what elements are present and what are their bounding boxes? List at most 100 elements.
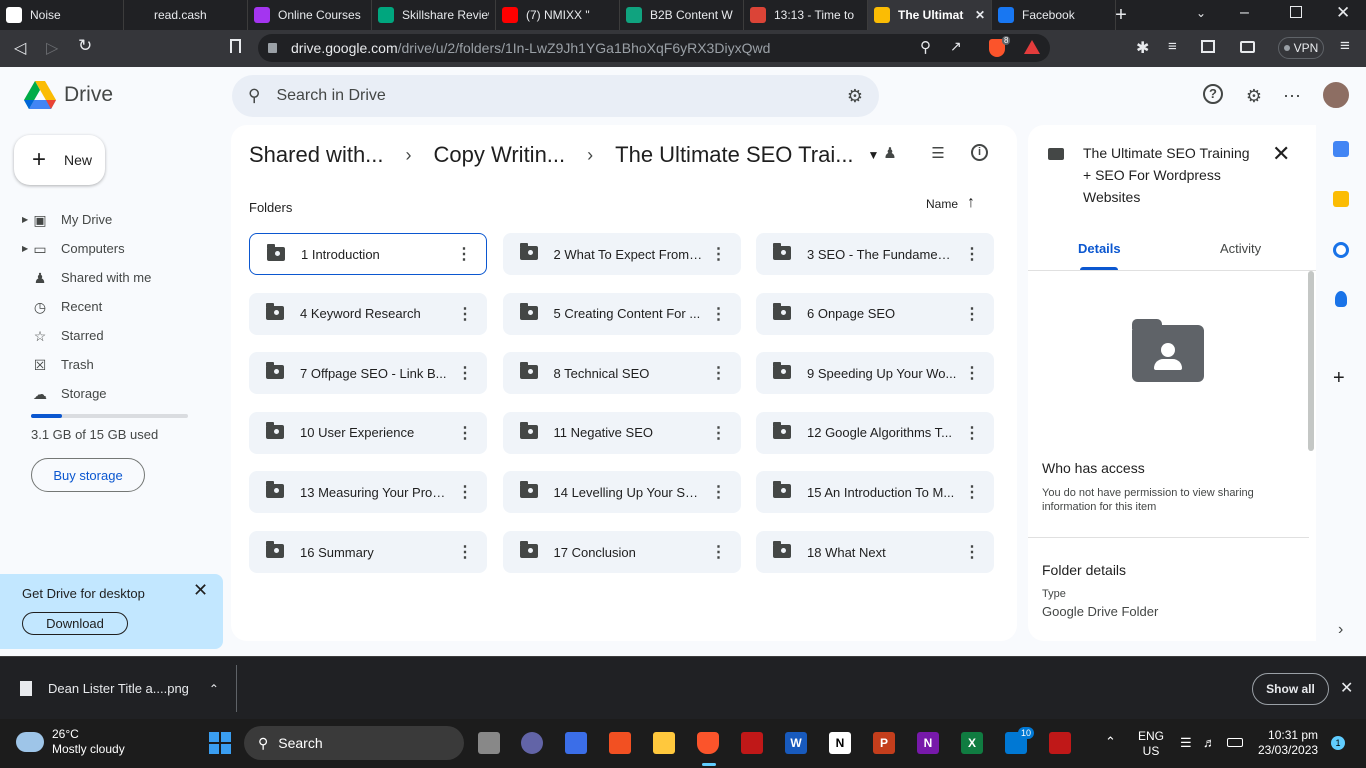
- download-button[interactable]: Download: [22, 612, 128, 635]
- drive-logo[interactable]: Drive: [24, 81, 113, 109]
- edit-app-icon[interactable]: [565, 732, 587, 754]
- help-icon[interactable]: ?: [1203, 84, 1223, 104]
- vpn-button[interactable]: VPN: [1278, 37, 1324, 59]
- more-actions-icon[interactable]: ⋮: [457, 304, 473, 324]
- powerpoint-icon[interactable]: P: [873, 732, 895, 754]
- folder-item[interactable]: 8 Technical SEO ⋮: [502, 352, 741, 395]
- sidebar-item-recent[interactable]: ◷ Recent: [0, 292, 231, 321]
- apps-grid-icon[interactable]: ⋯: [1280, 84, 1304, 108]
- browser-tab[interactable]: Noise: [0, 0, 124, 30]
- chevron-up-icon[interactable]: ⌃: [209, 682, 219, 696]
- zoom-icon[interactable]: ⚲: [920, 38, 931, 56]
- browser-tab[interactable]: Facebook: [992, 0, 1116, 30]
- language-indicator[interactable]: ENG US: [1138, 729, 1164, 759]
- close-details-icon[interactable]: ✕: [1272, 141, 1290, 167]
- wallet-icon[interactable]: [1240, 41, 1255, 53]
- close-window-button[interactable]: ✕: [1336, 3, 1350, 23]
- avatar[interactable]: [1321, 80, 1351, 110]
- taskbar-search[interactable]: ⚲ Search: [244, 726, 464, 760]
- settings-icon[interactable]: ⚙: [1242, 84, 1266, 108]
- mcafee-icon[interactable]: [741, 732, 763, 754]
- more-actions-icon[interactable]: ⋮: [964, 542, 980, 562]
- folder-item[interactable]: 14 Levelling Up Your SE... ⋮: [502, 471, 741, 514]
- close-promo-icon[interactable]: ✕: [193, 580, 208, 601]
- browser-tab[interactable]: Skillshare Review: [372, 0, 496, 30]
- details-scrollbar[interactable]: [1308, 271, 1314, 451]
- more-actions-icon[interactable]: ⋮: [964, 363, 980, 383]
- volume-icon[interactable]: ♬: [1203, 735, 1216, 750]
- expand-panel-icon[interactable]: ›: [1338, 621, 1343, 639]
- menu-icon[interactable]: ≡: [1340, 36, 1350, 56]
- info-icon[interactable]: i: [971, 144, 988, 161]
- search-input[interactable]: Search in Drive: [276, 87, 385, 105]
- sort-direction-icon[interactable]: ↑: [967, 194, 975, 212]
- more-actions-icon[interactable]: ⋮: [711, 244, 727, 264]
- buy-storage-button[interactable]: Buy storage: [31, 458, 145, 492]
- more-actions-icon[interactable]: ⋮: [711, 304, 727, 324]
- sidebar-item-storage[interactable]: ☁ Storage: [0, 379, 231, 408]
- folder-item[interactable]: 1 Introduction ⋮: [249, 233, 487, 275]
- tasks-icon[interactable]: [1333, 242, 1349, 258]
- folder-item[interactable]: 17 Conclusion ⋮: [502, 531, 741, 573]
- brave-taskbar-icon[interactable]: [697, 732, 719, 754]
- folder-item[interactable]: 3 SEO - The Fundament... ⋮: [756, 233, 994, 275]
- add-app-icon[interactable]: +: [1333, 367, 1345, 390]
- browser-tab[interactable]: B2B Content W: [620, 0, 744, 30]
- breadcrumb-item[interactable]: Shared with...: [249, 142, 384, 168]
- search-options-icon[interactable]: ⚙: [847, 86, 863, 107]
- folder-item[interactable]: 2 What To Expect From ... ⋮: [502, 233, 741, 275]
- more-actions-icon[interactable]: ⋮: [964, 482, 980, 502]
- show-all-button[interactable]: Show all: [1252, 673, 1329, 705]
- store-icon[interactable]: [609, 732, 631, 754]
- mcafee-tray-icon[interactable]: [1049, 732, 1071, 754]
- folder-item[interactable]: 10 User Experience ⋮: [249, 411, 487, 454]
- browser-tab[interactable]: Online Courses: [248, 0, 372, 30]
- search-bar[interactable]: ⚲ Search in Drive ⚙: [232, 75, 879, 117]
- chevron-down-icon[interactable]: ▼: [868, 148, 880, 162]
- more-actions-icon[interactable]: ⋮: [457, 363, 473, 383]
- maximize-button[interactable]: [1290, 6, 1302, 18]
- more-actions-icon[interactable]: ⋮: [711, 363, 727, 383]
- forward-icon[interactable]: ▷: [46, 38, 58, 58]
- minimize-button[interactable]: –: [1240, 4, 1249, 22]
- more-actions-icon[interactable]: ⋮: [964, 304, 980, 324]
- sort-by-button[interactable]: Name: [926, 197, 958, 211]
- more-actions-icon[interactable]: ⋮: [457, 423, 473, 443]
- new-tab-button[interactable]: +: [1110, 4, 1132, 26]
- folder-item[interactable]: 12 Google Algorithms T... ⋮: [756, 411, 994, 454]
- brave-rewards-icon[interactable]: [1024, 40, 1040, 54]
- breadcrumb-item[interactable]: Copy Writin...: [434, 142, 566, 168]
- task-view-icon[interactable]: [478, 732, 500, 754]
- folder-item[interactable]: 18 What Next ⋮: [756, 531, 994, 573]
- wifi-icon[interactable]: ☰: [1180, 735, 1192, 751]
- calendar-icon[interactable]: [1333, 141, 1349, 157]
- download-item[interactable]: Dean Lister Title a....png ⌃: [20, 681, 219, 696]
- folder-item[interactable]: 16 Summary ⋮: [249, 531, 487, 573]
- show-hidden-icons[interactable]: ⌃: [1105, 734, 1116, 750]
- weather-widget[interactable]: 26°C Mostly cloudy: [16, 727, 125, 757]
- close-shelf-icon[interactable]: ✕: [1340, 678, 1353, 698]
- folder-item[interactable]: 6 Onpage SEO ⋮: [756, 292, 994, 335]
- notion-icon[interactable]: N: [829, 732, 851, 754]
- onenote-icon[interactable]: N: [917, 732, 939, 754]
- sidebar-item-starred[interactable]: ☆ Starred: [0, 321, 231, 350]
- browser-tab[interactable]: read.cash: [124, 0, 248, 30]
- folder-item[interactable]: 7 Offpage SEO - Link B... ⋮: [249, 352, 487, 395]
- more-actions-icon[interactable]: ⋮: [457, 482, 473, 502]
- tab-details[interactable]: Details: [1078, 241, 1121, 256]
- sidebar-item-trash[interactable]: ☒ Trash: [0, 350, 231, 379]
- sidebar-toggle-icon[interactable]: [1201, 40, 1215, 53]
- keep-icon[interactable]: [1333, 191, 1349, 207]
- contacts-icon[interactable]: [1335, 291, 1347, 307]
- folder-item[interactable]: 13 Measuring Your Prog... ⋮: [249, 471, 487, 514]
- expand-arrow-icon[interactable]: ▶: [22, 215, 28, 224]
- clock[interactable]: 10:31 pm 23/03/2023: [1258, 728, 1318, 758]
- search-icon[interactable]: ⚲: [248, 86, 260, 106]
- battery-icon[interactable]: [1227, 738, 1243, 747]
- share-icon[interactable]: ↗: [950, 38, 962, 55]
- close-tab-icon[interactable]: ✕: [975, 8, 985, 22]
- manage-access-icon[interactable]: ♟: [880, 144, 900, 164]
- tab-activity[interactable]: Activity: [1220, 241, 1261, 256]
- tab-search-chevron-icon[interactable]: ⌄: [1196, 6, 1206, 20]
- more-actions-icon[interactable]: ⋮: [456, 244, 472, 264]
